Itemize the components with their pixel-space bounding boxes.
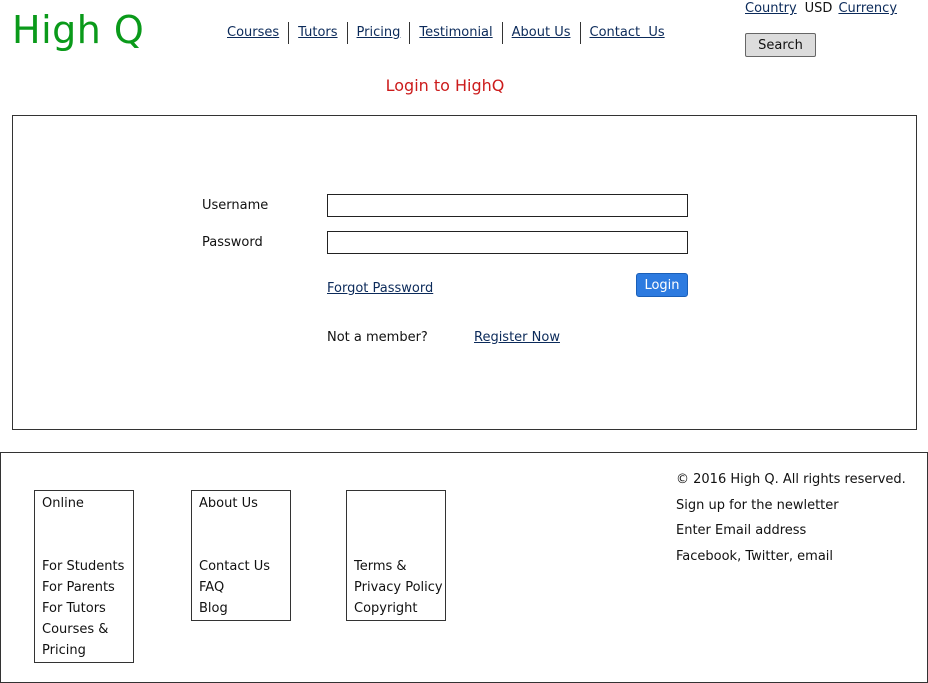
footer-link-terms[interactable]: Terms & [354, 556, 438, 577]
footer-link-faq[interactable]: FAQ [199, 577, 283, 598]
footer-link-courses[interactable]: Courses & [42, 619, 126, 640]
search-button[interactable]: Search [745, 33, 816, 57]
not-member-text: Not a member? [327, 330, 428, 345]
main-nav: Courses Tutors Pricing Testimonial About… [218, 22, 674, 44]
password-label: Password [202, 235, 263, 250]
nav-about-us[interactable]: About Us [501, 22, 580, 44]
footer-link-privacy-policy[interactable]: Privacy Policy [354, 577, 443, 598]
email-address-prompt[interactable]: Enter Email address [676, 518, 906, 544]
footer-column-about: About Us Contact Us FAQ Blog [191, 490, 291, 621]
locale-links: Country USD Currency [745, 1, 897, 16]
username-label: Username [202, 198, 269, 213]
nav-contact-us[interactable]: Contact Us [579, 22, 674, 44]
register-now-link[interactable]: Register Now [474, 330, 560, 345]
login-button[interactable]: Login [636, 273, 688, 297]
footer-column-legal: Terms & Privacy Policy Copyright [346, 490, 446, 621]
footer-link-for-tutors[interactable]: For Tutors [42, 598, 126, 619]
currency-link[interactable]: Currency [838, 1, 897, 16]
footer-link-for-students[interactable]: For Students [42, 556, 126, 577]
footer-heading-legal [354, 493, 438, 514]
footer-heading-online[interactable]: Online [42, 493, 126, 514]
logo[interactable]: High Q [12, 8, 144, 52]
footer-link-copyright[interactable]: Copyright [354, 598, 438, 619]
password-field[interactable] [327, 231, 688, 254]
forgot-password-link[interactable]: Forgot Password [327, 281, 433, 296]
login-panel [12, 115, 917, 430]
footer-heading-about-us[interactable]: About Us [199, 493, 283, 514]
copyright-text: © 2016 High Q. All rights reserved. [676, 472, 906, 487]
currency-value: USD [804, 1, 833, 16]
username-field[interactable] [327, 194, 688, 217]
nav-courses[interactable]: Courses [218, 22, 288, 44]
footer-info: © 2016 High Q. All rights reserved. Sign… [676, 467, 906, 569]
footer-link-pricing[interactable]: Pricing [42, 640, 126, 661]
footer-link-blog[interactable]: Blog [199, 598, 283, 619]
nav-tutors[interactable]: Tutors [288, 22, 346, 44]
footer-link-contact-us[interactable]: Contact Us [199, 556, 283, 577]
country-link[interactable]: Country [745, 1, 797, 16]
social-links[interactable]: Facebook, Twitter, email [676, 544, 906, 570]
footer-column-online: Online For Students For Parents For Tuto… [34, 490, 134, 663]
footer-link-for-parents[interactable]: For Parents [42, 577, 126, 598]
page-title: Login to HighQ [385, 76, 505, 95]
nav-testimonial[interactable]: Testimonial [409, 22, 501, 44]
nav-pricing[interactable]: Pricing [346, 22, 410, 44]
newsletter-signup-text[interactable]: Sign up for the newletter [676, 493, 906, 519]
